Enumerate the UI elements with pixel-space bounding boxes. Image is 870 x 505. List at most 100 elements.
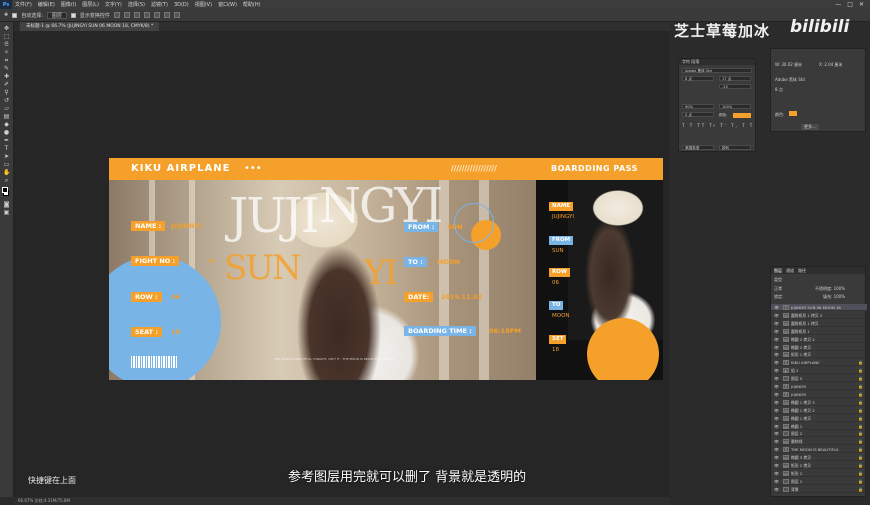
layer-row[interactable]: 👁 图层 1 🔒 <box>771 478 867 485</box>
tab-paths[interactable]: 路径 <box>798 267 806 274</box>
layer-row[interactable]: 👁 ▭ 椭圆 3 拷贝 🔒 <box>771 454 867 462</box>
screen-mode-icon[interactable]: ▣ <box>3 210 10 216</box>
menu-filter[interactable]: 滤镜(T) <box>148 1 171 8</box>
layer-row[interactable]: 👁 ▭ 矩形 2 拷贝 🔒 <box>771 462 867 469</box>
layer-row[interactable]: 👁 ▭ 圆角矩形 1 拷贝 <box>771 320 867 327</box>
visibility-eye-icon[interactable]: 👁 <box>774 320 779 326</box>
crop-icon[interactable]: ⌗ <box>3 58 10 64</box>
layer-row[interactable]: 👁 ▭ 矩形 1 拷贝 <box>771 351 867 359</box>
layer-row[interactable]: 👁 ▸ 组 2 🔒 <box>771 367 867 375</box>
menu-type[interactable]: 文字(Y) <box>102 1 125 8</box>
layer-row[interactable]: 👁 T JUJINGYI 🔒 <box>771 391 867 398</box>
menu-view[interactable]: 视图(V) <box>192 1 215 8</box>
visibility-eye-icon[interactable]: 👁 <box>774 304 779 310</box>
visibility-eye-icon[interactable]: 👁 <box>774 430 779 436</box>
menu-3d[interactable]: 3D(D) <box>171 2 192 8</box>
layer-row[interactable]: 👁 T THE MOON IS BEAUTIFUL 🔒 <box>771 446 867 454</box>
visibility-eye-icon[interactable]: 👁 <box>774 359 779 365</box>
menu-file[interactable]: 文件(F) <box>12 1 35 8</box>
layer-row[interactable]: 👁 图层 2 🔒 <box>771 430 867 438</box>
visibility-eye-icon[interactable]: 👁 <box>774 478 779 484</box>
width-field[interactable]: W: 30.02 厘米 <box>775 62 802 68</box>
visibility-eye-icon[interactable]: 👁 <box>774 328 779 334</box>
layer-row[interactable]: 👁 T KIKU AIRPLANE 🔒 <box>771 359 867 367</box>
lasso-icon[interactable]: ᘓ <box>3 42 10 48</box>
layer-filter-kind[interactable]: 类型 <box>774 277 782 283</box>
menu-image[interactable]: 图像(I) <box>58 1 79 8</box>
auto-select-checkbox[interactable] <box>12 12 18 18</box>
visibility-eye-icon[interactable]: 👁 <box>774 407 779 413</box>
foreground-color-swatch[interactable] <box>2 187 8 193</box>
leading-field[interactable]: 17 点 <box>719 76 751 81</box>
x-field[interactable]: X: 2.04 厘米 <box>819 62 843 68</box>
more-button[interactable]: 更多... <box>801 124 819 130</box>
font-family-field[interactable]: Adobe 黑体 Std <box>682 68 752 73</box>
gradient-icon[interactable]: ▤ <box>3 114 10 120</box>
stamp-icon[interactable]: ⚲ <box>3 90 10 96</box>
align-right-icon[interactable] <box>133 12 140 18</box>
visibility-eye-icon[interactable]: 👁 <box>774 462 779 468</box>
language-field[interactable]: 美国英语 <box>682 145 714 150</box>
menu-select[interactable]: 选择(S) <box>125 1 148 8</box>
visibility-eye-icon[interactable]: 👁 <box>774 312 779 318</box>
layer-row[interactable]: 👁 ▭ 圆角矩形 1 <box>771 328 867 335</box>
layer-row[interactable]: 👁 T JUJINGYI 🔒 <box>771 383 867 390</box>
tab-layers[interactable]: 图层 <box>774 267 782 274</box>
visibility-eye-icon[interactable]: 👁 <box>774 423 779 429</box>
fill-field[interactable]: 填充: 100% <box>823 294 845 300</box>
visibility-eye-icon[interactable]: 👁 <box>774 391 779 397</box>
visibility-eye-icon[interactable]: 👁 <box>774 344 779 350</box>
layer-row[interactable]: 👁 ▭ 矩形 2 🔒 <box>771 470 867 477</box>
visibility-eye-icon[interactable]: 👁 <box>774 336 779 342</box>
visibility-eye-icon[interactable]: 👁 <box>774 454 779 460</box>
zoom-icon[interactable]: ⌕ <box>3 178 10 184</box>
align-center-icon[interactable] <box>123 12 130 18</box>
layer-row[interactable]: 👁 图层 5 🔒 <box>771 375 867 383</box>
layer-row[interactable]: 👁 ▭ 椭圆 1 拷贝 3 🔒 <box>771 399 867 406</box>
close-icon[interactable]: ✕ <box>859 1 864 8</box>
magic-wand-icon[interactable]: ✧ <box>3 50 10 56</box>
document-tab[interactable]: 未标题-1 @ 66.7% (JUJINGYI SUN 06 MOON 18, … <box>20 22 160 31</box>
layer-row[interactable]: 👁 ▭ 圆角矩形 1 拷贝 2 <box>771 312 867 319</box>
layer-row[interactable]: 👁 ▭ 椭圆 2 拷贝 <box>771 344 867 351</box>
healing-icon[interactable]: ✚ <box>3 74 10 80</box>
char-color-swatch[interactable] <box>733 113 751 118</box>
antialias-field[interactable]: 锐利 <box>719 145 751 150</box>
menu-layer[interactable]: 图层(L) <box>79 1 102 8</box>
pen-icon[interactable]: ✒ <box>3 138 10 144</box>
menu-window[interactable]: 窗口(W) <box>215 1 240 8</box>
minimize-icon[interactable]: — <box>835 1 841 8</box>
tab-channels[interactable]: 通道 <box>786 267 794 274</box>
auto-select-dropdown[interactable]: 图层 <box>46 11 67 19</box>
layer-row[interactable]: 👁 ▭ 椭圆 2 拷贝 2 <box>771 336 867 343</box>
history-brush-icon[interactable]: ↺ <box>3 98 10 104</box>
marquee-icon[interactable]: ⬚ <box>3 34 10 40</box>
opacity-field[interactable]: 不透明度: 100% <box>815 286 845 292</box>
props-font-field[interactable]: Adobe 黑体 Std <box>775 77 805 83</box>
blend-mode-dropdown[interactable]: 正常 <box>774 286 782 292</box>
move-tool-icon[interactable]: ✥ <box>4 12 8 18</box>
visibility-eye-icon[interactable]: 👁 <box>774 486 779 492</box>
character-panel-tabs[interactable]: 字符 段落 <box>679 59 755 65</box>
align-bottom-icon[interactable] <box>163 12 170 18</box>
layer-row[interactable]: 👁 ▭ 删除线 🔒 <box>771 438 867 446</box>
layer-row[interactable]: 👁 ▭ 椭圆 1 拷贝 2 🔒 <box>771 407 867 414</box>
menu-edit[interactable]: 编辑(E) <box>35 1 58 8</box>
props-color-swatch[interactable] <box>789 111 797 116</box>
boarding-pass-artwork[interactable]: KIKU AIRPLANE ••• ///////////////// BOAR… <box>109 158 663 380</box>
visibility-eye-icon[interactable]: 👁 <box>774 470 779 476</box>
visibility-eye-icon[interactable]: 👁 <box>774 383 779 389</box>
layer-row[interactable]: 👁 ▭ 椭圆 1 🔒 <box>771 423 867 430</box>
show-transform-checkbox[interactable] <box>70 12 76 18</box>
distribute-icon[interactable] <box>173 12 180 18</box>
type-icon[interactable]: T <box>3 146 10 152</box>
blur-icon[interactable]: ◆ <box>3 122 10 128</box>
layer-row[interactable]: 👁 T JUJINGYI SUN 06 MOON 18 <box>771 304 867 311</box>
eraser-icon[interactable]: ▱ <box>3 106 10 112</box>
tracking-field[interactable]: -20 <box>719 84 751 89</box>
maximize-icon[interactable]: □ <box>847 1 853 8</box>
type-style-buttons[interactable]: T T TT Tr T' T, T T <box>682 123 754 128</box>
align-left-icon[interactable] <box>113 12 120 18</box>
eyedropper-icon[interactable]: ✎ <box>3 66 10 72</box>
align-middle-icon[interactable] <box>153 12 160 18</box>
